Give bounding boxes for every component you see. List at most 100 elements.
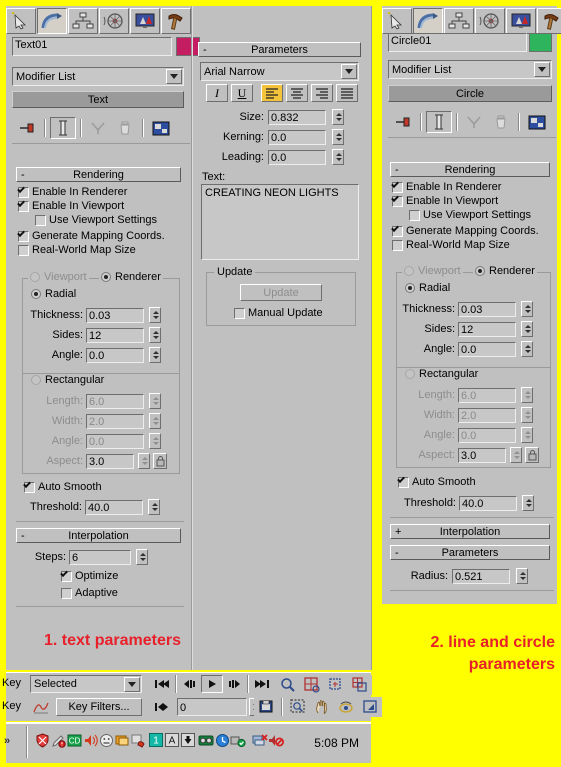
show-end-result-icon[interactable]: [426, 111, 452, 133]
clock-sync-icon[interactable]: [214, 733, 230, 747]
sidebar-item-display[interactable]: [506, 8, 536, 34]
step-back-icon[interactable]: [179, 675, 201, 693]
object-color-swatch[interactable]: [529, 33, 552, 52]
threshold-spinner[interactable]: [522, 495, 534, 511]
zoom-extents-all-icon[interactable]: [348, 675, 372, 695]
length-field[interactable]: 6.0: [458, 387, 516, 403]
real-world-map-size-checkbox[interactable]: [392, 239, 403, 251]
hand-icon[interactable]: [310, 697, 334, 717]
aspect-field[interactable]: 3.0: [458, 447, 506, 463]
update-icon[interactable]: [130, 733, 146, 748]
show-end-result-icon[interactable]: [50, 117, 76, 139]
circle-parameters-rollout-header[interactable]: - Parameters: [390, 545, 550, 560]
enable-in-renderer-checkbox[interactable]: [18, 186, 29, 198]
mute-icon[interactable]: [268, 733, 284, 747]
display-icon[interactable]: [114, 733, 130, 747]
radial-radio-row[interactable]: Radial: [31, 288, 76, 300]
renderer-radio[interactable]: [475, 266, 485, 276]
leading-spinner[interactable]: [332, 149, 344, 165]
chevron-down-icon[interactable]: [534, 62, 550, 77]
auto-smooth-row[interactable]: Auto Smooth: [24, 481, 102, 493]
taskbar-clock[interactable]: 5:08 PM: [314, 736, 359, 750]
size-row[interactable]: Size: 0.832: [202, 109, 357, 125]
rectangular-radio-row[interactable]: Rectangular: [405, 368, 478, 380]
frame-field[interactable]: 0: [177, 698, 247, 716]
kerning-row[interactable]: Kerning: 0.0: [202, 129, 357, 145]
use-viewport-settings-checkbox[interactable]: [409, 209, 420, 221]
angle-spinner[interactable]: [521, 341, 533, 357]
volume-icon[interactable]: [82, 733, 98, 747]
rect-angle-field[interactable]: 0.0: [458, 427, 516, 443]
align-justify-icon[interactable]: [336, 84, 358, 102]
width-field[interactable]: 2.0: [86, 413, 144, 429]
sidebar-item-display[interactable]: [130, 8, 160, 34]
sides-field[interactable]: 12: [86, 327, 144, 343]
generate-mapping-coords-checkbox[interactable]: [392, 225, 403, 237]
steps-spinner[interactable]: [136, 549, 148, 565]
usb-ok-icon[interactable]: [230, 733, 246, 747]
length-spinner[interactable]: [149, 393, 161, 409]
radius-row[interactable]: Radius: 0.521: [398, 568, 553, 584]
underline-button[interactable]: U: [231, 84, 253, 102]
object-name-field[interactable]: Circle01: [388, 33, 527, 52]
num-indicator-icon[interactable]: 1: [148, 733, 164, 747]
rectangular-radio[interactable]: [31, 375, 41, 385]
width-field[interactable]: 2.0: [458, 407, 516, 423]
renderer-radio-row[interactable]: Renderer: [473, 265, 537, 277]
leading-row[interactable]: Leading: 0.0: [202, 149, 357, 165]
rect-angle-spinner[interactable]: [149, 433, 161, 449]
leading-field[interactable]: 0.0: [268, 149, 326, 165]
rectangular-radio[interactable]: [405, 369, 415, 379]
width-spinner[interactable]: [521, 407, 533, 423]
enable-in-renderer-row[interactable]: Enable In Renderer: [392, 181, 556, 193]
zoom-region-icon[interactable]: [286, 697, 310, 717]
object-name-field[interactable]: Text01: [12, 37, 172, 56]
real-world-map-size-checkbox[interactable]: [18, 244, 29, 256]
sidebar-item-hierarchy[interactable]: [444, 8, 474, 34]
skip-back-icon[interactable]: [151, 675, 173, 693]
modifier-list-dropdown[interactable]: Modifier List: [388, 60, 552, 79]
network-alert-icon[interactable]: [50, 733, 66, 748]
key-mode-icon[interactable]: [151, 698, 173, 716]
letter-indicator-icon[interactable]: A: [164, 733, 180, 747]
auto-smooth-checkbox[interactable]: [398, 476, 409, 488]
angle-row[interactable]: Angle: 0.0: [27, 347, 177, 363]
align-left-icon[interactable]: [261, 84, 283, 102]
object-color-swatch[interactable]: [176, 37, 200, 56]
auto-smooth-row[interactable]: Auto Smooth: [398, 476, 476, 488]
angle-field[interactable]: 0.0: [458, 341, 516, 357]
enable-in-viewport-row[interactable]: Enable In Viewport: [18, 200, 186, 212]
tray-overflow-button[interactable]: »: [4, 735, 10, 747]
radial-radio-row[interactable]: Radial: [405, 282, 450, 294]
magnifier-icon[interactable]: [276, 675, 300, 695]
use-viewport-settings-row[interactable]: Use Viewport Settings: [392, 209, 556, 221]
text-entry-textarea[interactable]: CREATING NEON LIGHTS: [201, 184, 359, 260]
curve-icon[interactable]: [30, 698, 52, 716]
network-disconnect-icon[interactable]: [252, 733, 268, 747]
sides-spinner[interactable]: [149, 327, 161, 343]
radius-spinner[interactable]: [516, 568, 528, 584]
optimize-checkbox[interactable]: [61, 570, 72, 582]
arc-rotate-icon[interactable]: [334, 697, 358, 717]
steps-row[interactable]: Steps: 6: [26, 549, 176, 565]
modifier-list-dropdown[interactable]: Modifier List: [12, 67, 184, 86]
trash-icon[interactable]: [112, 117, 138, 139]
update-button[interactable]: Update: [240, 284, 322, 301]
manual-update-checkbox[interactable]: [234, 307, 245, 319]
adaptive-row[interactable]: Adaptive: [61, 587, 118, 599]
text-parameters-rollout-header[interactable]: - Parameters: [198, 42, 361, 57]
size-field[interactable]: 0.832: [268, 109, 326, 125]
size-spinner[interactable]: [332, 109, 344, 125]
skip-forward-icon[interactable]: [251, 675, 273, 693]
threshold-field[interactable]: 40.0: [459, 495, 517, 511]
thickness-spinner[interactable]: [521, 301, 533, 317]
use-viewport-settings-checkbox[interactable]: [35, 214, 46, 226]
lock-aspect-icon[interactable]: [153, 453, 167, 469]
interpolation-rollout-header[interactable]: - Interpolation: [16, 528, 181, 543]
adaptive-checkbox[interactable]: [61, 587, 72, 599]
generate-mapping-coords-checkbox[interactable]: [18, 230, 29, 242]
use-viewport-settings-row[interactable]: Use Viewport Settings: [18, 214, 186, 226]
length-spinner[interactable]: [521, 387, 533, 403]
configure-sets-icon[interactable]: [524, 111, 550, 133]
modifier-stack-item[interactable]: Circle: [388, 85, 552, 102]
